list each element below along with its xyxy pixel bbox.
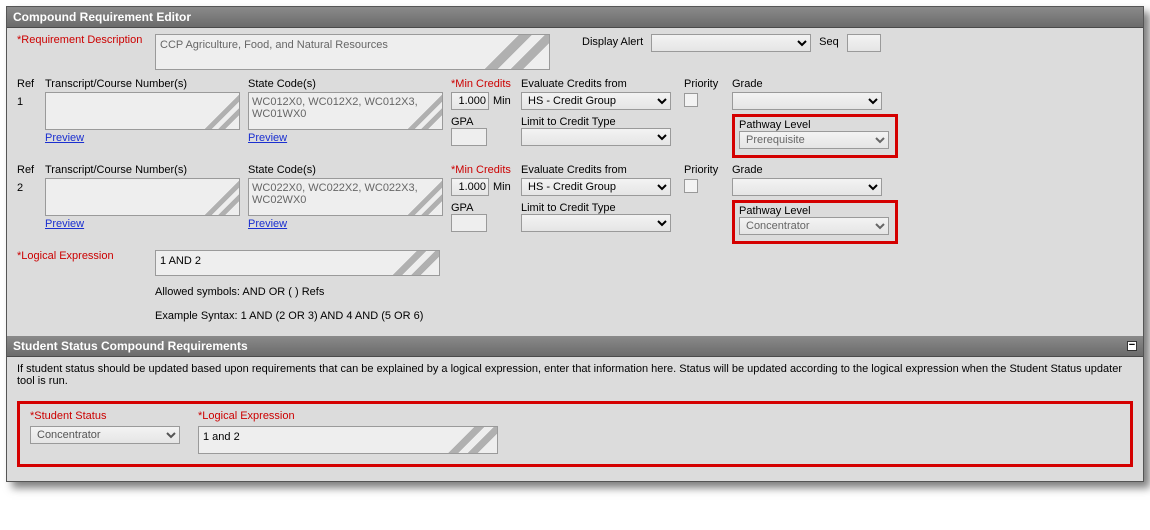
display-alert-select[interactable] xyxy=(651,34,811,52)
limit-credit-type-label: Limit to Credit Type xyxy=(521,116,676,128)
eval-credits-from-select[interactable]: HS - Credit Group xyxy=(521,92,671,110)
student-status-select[interactable]: Concentrator xyxy=(30,426,180,444)
grade-header: Grade xyxy=(732,78,792,90)
grade-select[interactable] xyxy=(732,178,882,196)
student-status-label: *Student Status xyxy=(30,410,180,422)
pathway-level-label: Pathway Level xyxy=(739,119,889,131)
pathway-level-select[interactable]: Concentrator xyxy=(739,217,889,235)
state-header: State Code(s) xyxy=(248,164,443,176)
seq-label: Seq xyxy=(819,34,839,48)
gpa-input[interactable] xyxy=(451,214,487,232)
gpa-input[interactable] xyxy=(451,128,487,146)
min-credits-header: *Min Credits xyxy=(451,164,513,176)
ref-number: 1 xyxy=(17,92,37,108)
tc-header: Transcript/Course Number(s) xyxy=(45,164,240,176)
gpa-label: GPA xyxy=(451,202,513,214)
min-credits-header: *Min Credits xyxy=(451,78,513,90)
req-desc-textarea[interactable]: CCP Agriculture, Food, and Natural Resou… xyxy=(155,34,550,70)
req-desc-label: *Requirement Description xyxy=(17,34,147,46)
display-alert-label: Display Alert xyxy=(582,34,643,48)
allowed-symbols-hint: Allowed symbols: AND OR ( ) Refs xyxy=(155,286,440,298)
priority-header: Priority xyxy=(684,78,724,90)
transcript-course-input[interactable] xyxy=(45,92,240,130)
ref-number: 2 xyxy=(17,178,37,194)
preview-link[interactable]: Preview xyxy=(45,218,240,230)
min-suffix: Min xyxy=(493,95,511,107)
limit-credit-type-label: Limit to Credit Type xyxy=(521,202,676,214)
compound-editor-title: Compound Requirement Editor xyxy=(13,10,191,24)
transcript-course-input[interactable] xyxy=(45,178,240,216)
logical-expression-input[interactable]: 1 AND 2 xyxy=(155,250,440,276)
sscr-description: If student status should be updated base… xyxy=(7,357,1143,393)
state-codes-input[interactable]: WC022X0, WC022X2, WC022X3, WC02WX0 xyxy=(248,178,443,216)
gpa-label: GPA xyxy=(451,116,513,128)
grade-header: Grade xyxy=(732,164,792,176)
limit-credit-type-select[interactable] xyxy=(521,214,671,232)
ref-header: Ref xyxy=(17,164,37,176)
state-header: State Code(s) xyxy=(248,78,443,90)
min-credits-input[interactable] xyxy=(451,178,489,196)
state-codes-input[interactable]: WC012X0, WC012X2, WC012X3, WC01WX0 xyxy=(248,92,443,130)
eval-header: Evaluate Credits from xyxy=(521,164,676,176)
priority-checkbox[interactable] xyxy=(684,179,698,193)
pathway-level-label: Pathway Level xyxy=(739,205,889,217)
preview-link[interactable]: Preview xyxy=(45,132,240,144)
seq-input[interactable] xyxy=(847,34,881,52)
example-syntax-hint: Example Syntax: 1 AND (2 OR 3) AND 4 AND… xyxy=(155,310,440,322)
ref-header: Ref xyxy=(17,78,37,90)
pathway-level-select[interactable]: Prerequisite xyxy=(739,131,889,149)
grade-select[interactable] xyxy=(732,92,882,110)
preview-link[interactable]: Preview xyxy=(248,218,443,230)
tc-header: Transcript/Course Number(s) xyxy=(45,78,240,90)
min-credits-input[interactable] xyxy=(451,92,489,110)
sscr-title: Student Status Compound Requirements xyxy=(13,339,248,353)
eval-header: Evaluate Credits from xyxy=(521,78,676,90)
sscr-logical-expr-label: *Logical Expression xyxy=(198,410,498,422)
collapse-icon[interactable]: − xyxy=(1127,341,1137,351)
logical-expression-label: *Logical Expression xyxy=(17,250,147,262)
limit-credit-type-select[interactable] xyxy=(521,128,671,146)
min-suffix: Min xyxy=(493,181,511,193)
eval-credits-from-select[interactable]: HS - Credit Group xyxy=(521,178,671,196)
sscr-logical-expr-input[interactable]: 1 and 2 xyxy=(198,426,498,454)
preview-link[interactable]: Preview xyxy=(248,132,443,144)
priority-checkbox[interactable] xyxy=(684,93,698,107)
priority-header: Priority xyxy=(684,164,724,176)
